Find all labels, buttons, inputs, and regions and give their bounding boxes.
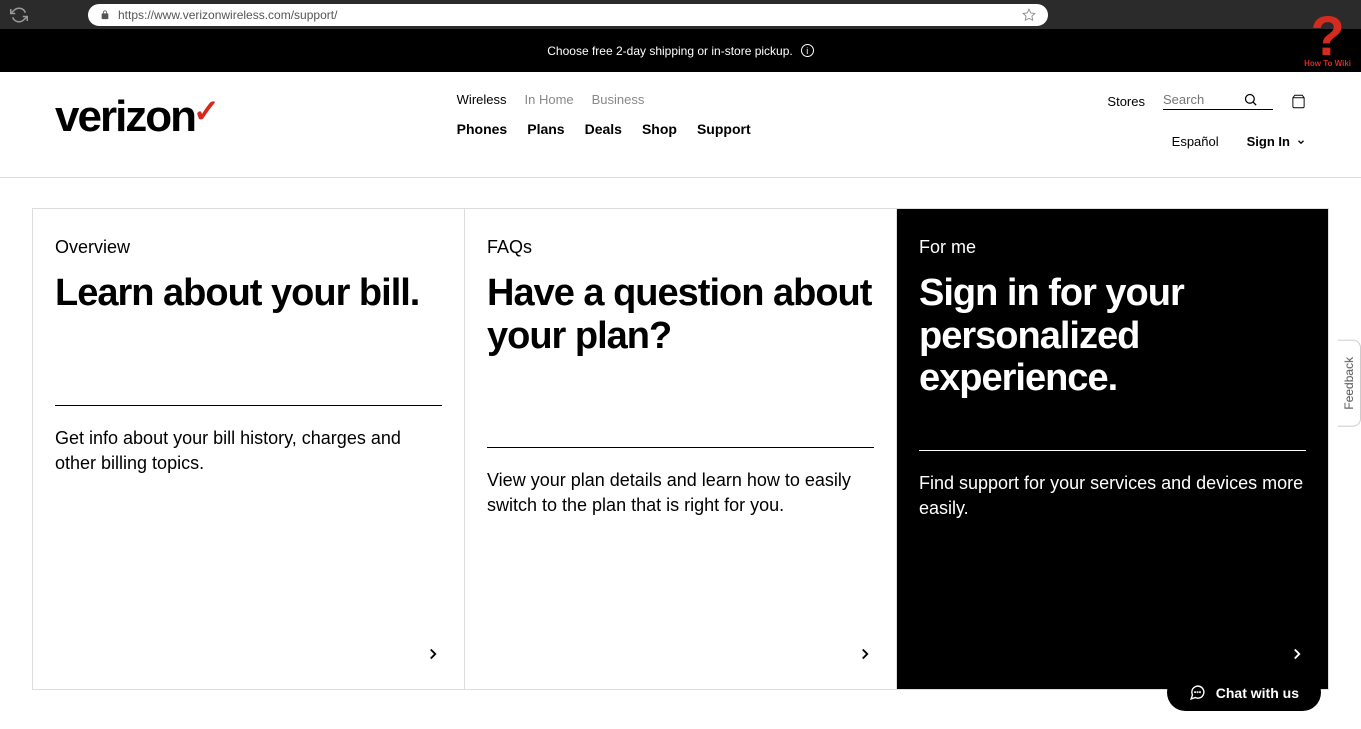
shopping-bag-icon[interactable] [1291,94,1306,109]
tab-business[interactable]: Business [592,92,645,107]
divider [55,405,442,406]
chevron-right-icon[interactable] [856,641,874,667]
howto-wiki-label: How To Wiki [1304,59,1351,68]
signin-button[interactable]: Sign In [1247,134,1306,149]
card-eyebrow: FAQs [487,237,874,258]
divider [919,450,1306,451]
card-description: View your plan details and learn how to … [487,468,874,518]
nav-plans[interactable]: Plans [527,121,564,137]
browser-bar: https://www.verizonwireless.com/support/ [0,0,1361,29]
verizon-logo[interactable]: verizon ✓ [55,92,220,142]
feedback-tab[interactable]: Feedback [1338,340,1361,427]
nav-deals[interactable]: Deals [585,121,622,137]
nav-shop[interactable]: Shop [642,121,677,137]
site-header: verizon ✓ Wireless In Home Business Phon… [0,72,1361,178]
card-description: Find support for your services and devic… [919,471,1306,521]
nav-phones[interactable]: Phones [457,121,508,137]
chat-button[interactable]: Chat with us [1167,674,1321,711]
chat-label: Chat with us [1216,685,1299,701]
card-faqs[interactable]: FAQs Have a question about your plan? Vi… [465,209,897,689]
star-icon[interactable] [1022,8,1036,22]
logo-text: verizon [55,92,195,142]
url-text: https://www.verizonwireless.com/support/ [118,8,1014,22]
chevron-right-icon[interactable] [1288,641,1306,667]
banner-text: Choose free 2-day shipping or in-store p… [547,44,792,58]
reload-icon[interactable] [10,6,28,24]
logo-checkmark-icon: ✓ [193,92,220,130]
support-cards: Overview Learn about your bill. Get info… [32,208,1329,690]
card-for-me[interactable]: For me Sign in for your personalized exp… [897,209,1328,689]
search-box[interactable] [1163,92,1273,110]
question-mark-icon: ? [1304,14,1351,59]
stores-link[interactable]: Stores [1107,94,1145,109]
info-icon[interactable]: i [801,44,814,57]
url-bar[interactable]: https://www.verizonwireless.com/support/ [88,4,1048,26]
tab-wireless[interactable]: Wireless [457,92,507,107]
search-input[interactable] [1163,92,1243,107]
card-eyebrow: For me [919,237,1306,258]
divider [487,447,874,448]
card-description: Get info about your bill history, charge… [55,426,442,476]
card-eyebrow: Overview [55,237,442,258]
card-overview[interactable]: Overview Learn about your bill. Get info… [33,209,465,689]
chevron-right-icon[interactable] [424,641,442,667]
tab-in-home[interactable]: In Home [525,92,574,107]
shipping-banner: Choose free 2-day shipping or in-store p… [0,29,1361,72]
chat-icon [1189,684,1206,701]
signin-label: Sign In [1247,134,1290,149]
chevron-down-icon [1296,137,1306,147]
card-title: Sign in for your personalized experience… [919,272,1306,400]
card-title: Have a question about your plan? [487,272,874,357]
search-icon[interactable] [1243,92,1258,107]
nav-support[interactable]: Support [697,121,751,137]
lock-icon [100,10,110,20]
card-title: Learn about your bill. [55,272,442,315]
howto-wiki-badge: ? How To Wiki [1304,14,1351,68]
espanol-link[interactable]: Español [1172,134,1219,149]
